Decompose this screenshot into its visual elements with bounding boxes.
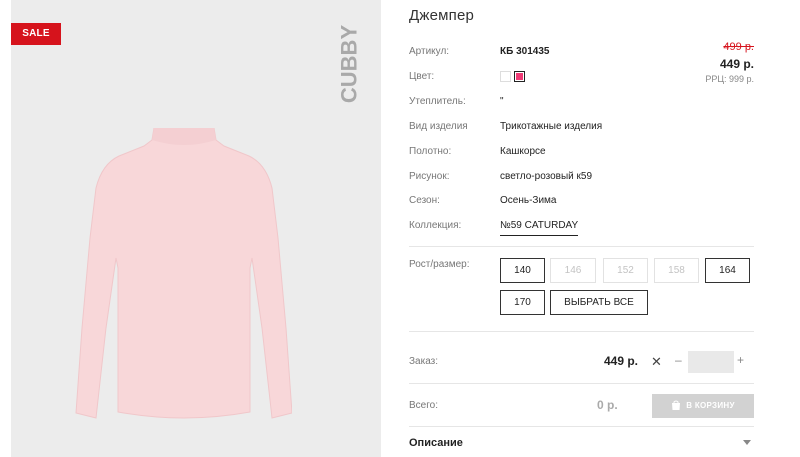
chevron-down-icon[interactable]: [743, 440, 751, 445]
brand-logo: CUBBY: [334, 18, 364, 110]
product-title: Джемпер: [409, 7, 475, 24]
attr-article-value: КБ 301435: [500, 46, 550, 57]
quantity-input[interactable]: [688, 351, 734, 373]
total-value: 0 р.: [597, 398, 618, 412]
attr-insulation-value: ": [500, 96, 504, 107]
attr-article-label: Артикул:: [409, 46, 450, 57]
sale-badge: SALE: [11, 23, 61, 45]
current-price: 449 р.: [719, 57, 754, 71]
divider: [409, 426, 754, 427]
color-swatch-pink[interactable]: [514, 71, 525, 82]
add-to-cart-label: В КОРЗИНУ: [686, 401, 735, 410]
bag-icon: [672, 400, 681, 410]
attr-fabric-value: Кашкорсе: [500, 146, 546, 157]
size-button-170[interactable]: 170: [500, 290, 545, 315]
attr-pattern-label: Рисунок:: [409, 171, 450, 182]
attr-fabric-label: Полотно:: [409, 146, 452, 157]
attr-collection-label: Коллекция:: [409, 220, 462, 231]
jumper-body: [75, 127, 293, 419]
product-image[interactable]: [74, 127, 293, 428]
description-title[interactable]: Описание: [409, 437, 463, 449]
size-button-164[interactable]: 164: [705, 258, 750, 283]
size-button-146[interactable]: 146: [550, 258, 596, 283]
attr-pattern-value: светло-розовый к59: [500, 171, 593, 182]
collection-link[interactable]: №59 CATURDAY: [500, 218, 579, 236]
add-to-cart-button[interactable]: В КОРЗИНУ: [652, 394, 754, 418]
attr-color-label: Цвет:: [409, 71, 435, 82]
size-button-158[interactable]: 158: [654, 258, 699, 283]
divider: [409, 331, 754, 332]
size-label: Рост/размер:: [409, 259, 470, 270]
recommended-price: РРЦ: 999 р.: [705, 74, 754, 84]
old-price: 499 р.: [723, 41, 754, 53]
times-icon: ✕: [651, 354, 662, 369]
quantity-increase-button[interactable]: +: [737, 353, 744, 367]
total-label: Всего:: [409, 400, 438, 411]
price-box: 499 р. 449 р. РРЦ: 999 р.: [705, 41, 754, 85]
size-button-140[interactable]: 140: [500, 258, 545, 283]
attr-season-label: Сезон:: [409, 195, 440, 206]
order-label: Заказ:: [409, 356, 439, 367]
product-info: Джемпер 499 р. 449 р. РРЦ: 999 р. Артику…: [409, 0, 754, 457]
attr-season-value: Осень-Зима: [500, 195, 557, 206]
quantity-decrease-button[interactable]: –: [675, 353, 682, 367]
size-button-152[interactable]: 152: [603, 258, 648, 283]
select-all-sizes-button[interactable]: ВЫБРАТЬ ВСЕ: [550, 290, 648, 315]
jumper-collar: [152, 128, 216, 145]
order-unit-price: 449 р.: [604, 354, 639, 368]
color-swatch-white[interactable]: [500, 71, 511, 82]
attr-type-value: Трикотажные изделия: [500, 121, 603, 132]
brand-logo-text: CUBBY: [337, 25, 362, 104]
product-gallery[interactable]: SALE CUBBY: [11, 0, 381, 457]
attr-type-label: Вид изделия: [409, 121, 468, 132]
color-swatches: [500, 71, 525, 82]
divider: [409, 246, 754, 247]
divider: [409, 383, 754, 384]
attr-insulation-label: Утеплитель:: [409, 96, 466, 107]
